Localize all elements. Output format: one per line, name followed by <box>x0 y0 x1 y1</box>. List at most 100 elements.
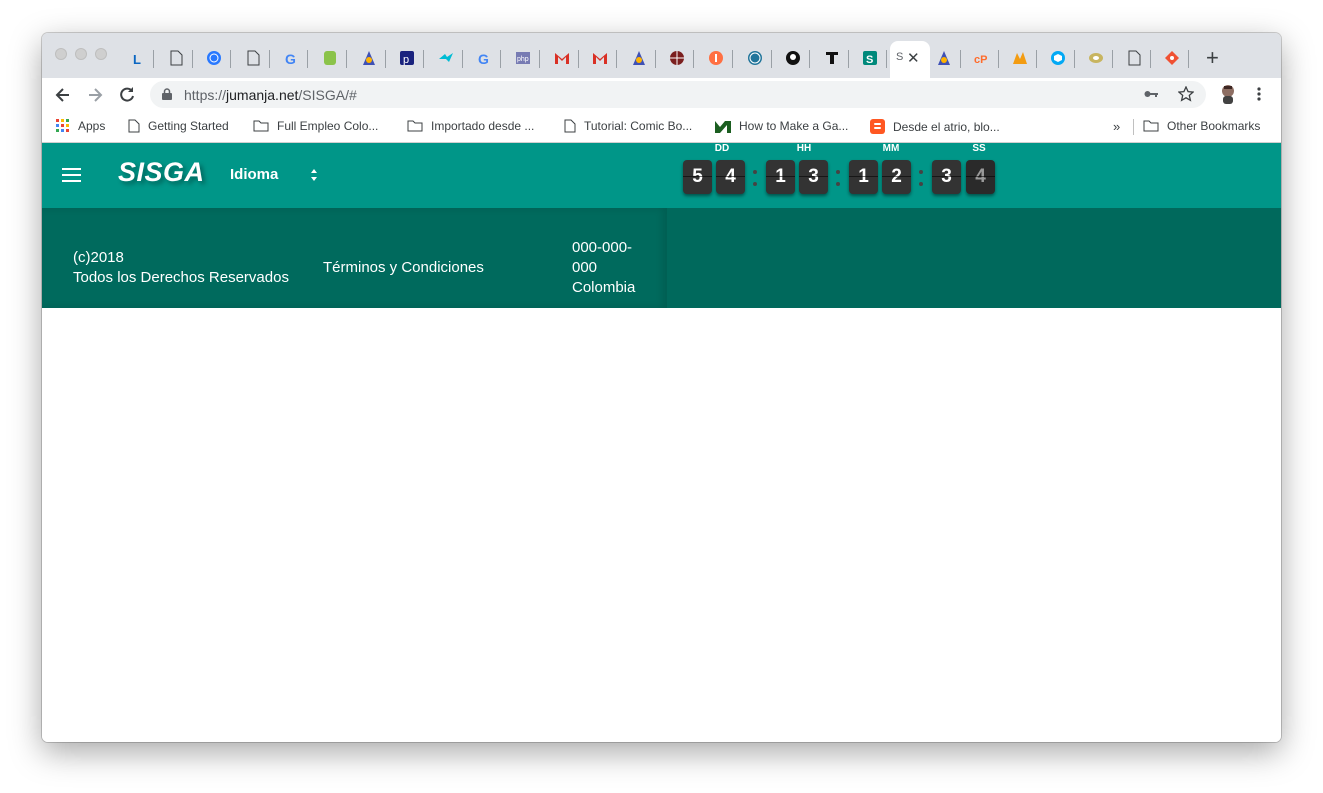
apps-grid-icon <box>56 119 69 132</box>
minimize-window-button[interactable] <box>75 48 87 60</box>
pinned-tab[interactable] <box>933 47 955 69</box>
pinned-tab[interactable] <box>1009 47 1031 69</box>
tab-separator <box>732 50 733 68</box>
pinned-tab[interactable] <box>319 47 341 69</box>
bookmark-importado[interactable]: Importado desde ... <box>407 119 534 133</box>
more-bookmarks-chevron-icon[interactable]: » <box>1113 119 1120 134</box>
new-tab-button[interactable]: + <box>1206 47 1219 69</box>
countdown-separator <box>917 160 923 194</box>
footer-content: (c)2018 Todos los Derechos Reservados Té… <box>42 208 667 308</box>
bookmark-getting-started[interactable]: Getting Started <box>128 119 229 133</box>
copyright-text: Todos los Derechos Reservados <box>73 269 289 286</box>
pinned-tab[interactable] <box>551 47 573 69</box>
bookmark-divider <box>1133 119 1134 135</box>
browser-window: L Gp Gphp S S ✕ cP + https://jumanja.net/SI… <box>42 33 1281 742</box>
pinned-tab[interactable]: p <box>396 47 418 69</box>
pinned-tab[interactable] <box>705 47 727 69</box>
pinned-tab[interactable] <box>1123 47 1145 69</box>
copyright-year: (c)2018 <box>73 249 124 266</box>
tab-separator <box>346 50 347 68</box>
pinned-tab[interactable]: G <box>280 47 302 69</box>
pinned-tab[interactable]: php <box>512 47 534 69</box>
tab-separator <box>230 50 232 68</box>
github-icon <box>786 51 801 65</box>
bookmark-label: Apps <box>78 119 106 133</box>
bookmark-tutorial[interactable]: Tutorial: Comic Bo... <box>564 119 692 133</box>
active-tab-favicon: S <box>896 51 904 63</box>
bookmark-how-to-make[interactable]: How to Make a Ga... <box>715 119 848 133</box>
countdown-label-seconds: SS <box>972 143 986 154</box>
linkedin-l-icon: L <box>133 52 141 66</box>
pinned-tab[interactable] <box>242 47 264 69</box>
back-arrow-icon[interactable] <box>53 85 73 105</box>
disc-icon <box>1089 53 1103 63</box>
tab-separator <box>998 50 999 68</box>
tab-separator <box>809 50 811 68</box>
main-content-area <box>42 308 1281 742</box>
countdown-label-days: DD <box>714 143 730 154</box>
teal-bird-icon <box>438 53 453 62</box>
pinned-tab[interactable] <box>1161 47 1183 69</box>
menu-kebab-icon[interactable] <box>1256 86 1262 102</box>
page-footer: (c)2018 Todos los Derechos Reservados Té… <box>42 208 1281 308</box>
countdown-digit-minutes-tens: 1 <box>849 160 878 194</box>
pinned-tab[interactable] <box>165 47 187 69</box>
pinned-tab[interactable] <box>628 47 650 69</box>
bookmark-label: Importado desde ... <box>431 119 535 133</box>
pinned-tab[interactable]: S <box>859 47 881 69</box>
pinned-tab[interactable]: cP <box>971 47 993 69</box>
bookmark-full-empleo[interactable]: Full Empleo Colo... <box>253 119 378 133</box>
countdown-digit-hours-ones: 3 <box>799 160 828 194</box>
pinned-tab[interactable] <box>744 47 766 69</box>
terms-link[interactable]: Términos y Condiciones <box>323 258 484 278</box>
url-scheme: https:// <box>184 87 227 103</box>
pinned-tab[interactable] <box>358 47 380 69</box>
tab-separator <box>307 50 309 68</box>
countdown-digit-minutes-ones: 2 <box>882 160 911 194</box>
bookmarks-bar: Apps Getting Started Full Empleo Colo...… <box>42 111 1281 143</box>
pinned-tab[interactable] <box>782 47 804 69</box>
gmail-icon <box>593 53 608 64</box>
svg-text:cP: cP <box>974 54 987 66</box>
folder-icon <box>1143 120 1159 132</box>
active-tab[interactable]: S ✕ <box>890 41 930 78</box>
bookmark-other[interactable]: Other Bookmarks <box>1143 119 1260 133</box>
svg-text:p: p <box>403 54 409 66</box>
pinned-tab[interactable] <box>821 47 843 69</box>
tab-separator <box>770 50 772 68</box>
pinned-tab[interactable] <box>666 47 688 69</box>
pinned-tab[interactable]: G <box>473 47 495 69</box>
profile-avatar-icon[interactable] <box>1218 83 1238 105</box>
pinned-tab[interactable] <box>203 47 225 69</box>
key-icon[interactable] <box>1144 88 1158 100</box>
page-icon <box>247 50 260 66</box>
countdown-digit-days-ones: 4 <box>716 160 745 194</box>
pinned-tab[interactable] <box>1047 47 1069 69</box>
bookmark-label: Other Bookmarks <box>1167 119 1261 133</box>
close-window-button[interactable] <box>55 48 67 60</box>
pinned-tab[interactable] <box>435 47 457 69</box>
zoom-window-button[interactable] <box>95 48 107 60</box>
star-icon[interactable] <box>1178 86 1194 102</box>
close-tab-icon[interactable]: ✕ <box>907 49 920 67</box>
bookmark-desde-el-atrio[interactable]: Desde el atrio, blo... <box>870 119 1000 134</box>
tab-separator <box>886 50 888 68</box>
forward-arrow-icon[interactable] <box>85 85 105 105</box>
tab-separator <box>423 50 425 68</box>
reload-icon[interactable] <box>117 85 137 105</box>
tab-separator <box>191 50 193 68</box>
google-icon: G <box>478 51 489 66</box>
bookmark-apps[interactable]: Apps <box>56 119 105 133</box>
pinned-tab[interactable] <box>589 47 611 69</box>
address-bar[interactable]: https://jumanja.net/SISGA/# <box>150 81 1206 108</box>
blue-cube-icon <box>1051 51 1065 65</box>
pinned-tab[interactable] <box>1085 47 1107 69</box>
bookmark-label: Tutorial: Comic Bo... <box>584 119 693 133</box>
tab-strip: L Gp Gphp S S ✕ cP + <box>42 33 1281 78</box>
page-icon <box>564 119 576 133</box>
phone-line-1: 000-000- <box>572 239 633 256</box>
green-shield-icon <box>324 51 336 65</box>
pinned-tab[interactable]: L <box>126 47 148 69</box>
tab-separator <box>153 50 154 68</box>
bookmark-label: How to Make a Ga... <box>739 119 849 133</box>
